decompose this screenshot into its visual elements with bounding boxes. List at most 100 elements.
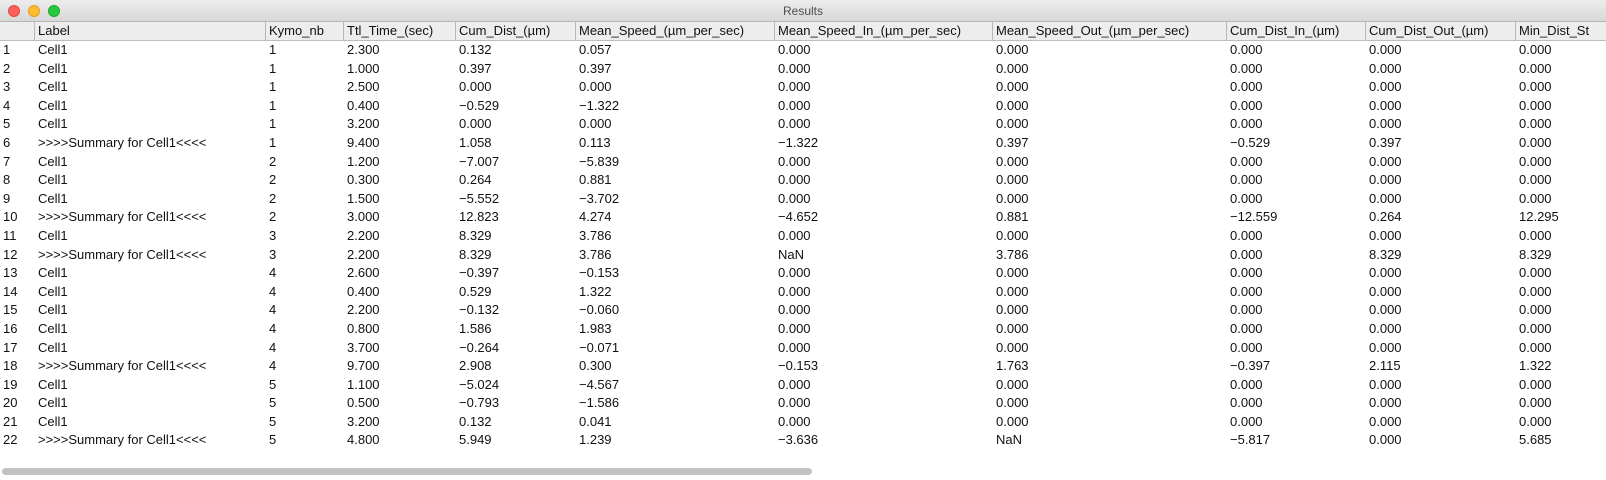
cell-cum-dist: 12.823 xyxy=(459,209,499,225)
cell-cum-dist-out: 0.000 xyxy=(1369,302,1402,318)
table-row[interactable]: 4 Cell1 1 0.400 −0.529 −1.322 0.000 0.000 0.000 0… xyxy=(0,97,1606,116)
cell-row-index: 12 xyxy=(3,246,18,262)
cell-min-dist: 0.000 xyxy=(1519,190,1552,206)
cell-cum-dist-out: 0.000 xyxy=(1369,395,1402,411)
cell-cum-dist-out: 0.000 xyxy=(1369,190,1402,206)
table-row[interactable]: 13 Cell1 4 2.600 −0.397 −0.153 0.000 0.000 0.000… xyxy=(0,264,1606,283)
cell-cum-dist-in: 0.000 xyxy=(1230,246,1263,262)
column-header-mean-speed-in[interactable]: Mean_Speed_In_(µm_per_sec) xyxy=(774,22,992,40)
table-row[interactable]: 3 Cell1 1 2.500 0.000 0.000 0.000 0.000 0.000 0.0… xyxy=(0,78,1606,97)
cell-kymo-nb: 5 xyxy=(269,395,277,411)
column-header-cum-dist-out[interactable]: Cum_Dist_Out_(µm) xyxy=(1365,22,1515,40)
cell-kymo-nb: 1 xyxy=(269,42,277,57)
table-row[interactable]: 10 >>>>Summary for Cell1<<<< 2 3.000 12.823 4… xyxy=(0,208,1606,227)
column-header-ttl-time[interactable]: Ttl_Time_(sec) xyxy=(343,22,455,40)
table-row[interactable]: 22 >>>>Summary for Cell1<<<< 5 4.800 5.949 1.… xyxy=(0,431,1606,450)
table-row[interactable]: 20 Cell1 5 0.500 −0.793 −1.586 0.000 0.000 0.000… xyxy=(0,394,1606,413)
table-row[interactable]: 17 Cell1 4 3.700 −0.264 −0.071 0.000 0.000 0.000… xyxy=(0,339,1606,358)
table-row[interactable]: 8 Cell1 2 0.300 0.264 0.881 0.000 0.000 0.000 0.0… xyxy=(0,171,1606,190)
cell-cum-dist: 8.329 xyxy=(459,246,492,262)
cell-cum-dist: 1.586 xyxy=(459,320,492,336)
table-row[interactable]: 9 Cell1 2 1.500 −5.552 −3.702 0.000 0.000 0.000 0… xyxy=(0,190,1606,209)
cell-min-dist: 0.000 xyxy=(1519,153,1552,169)
cell-mean-speed: −3.702 xyxy=(579,190,620,206)
cell-min-dist: 0.000 xyxy=(1519,42,1552,57)
cell-min-dist: 5.685 xyxy=(1519,432,1552,448)
table-row[interactable]: 18 >>>>Summary for Cell1<<<< 4 9.700 2.908 0.… xyxy=(0,357,1606,376)
cell-kymo-nb: 2 xyxy=(269,153,277,169)
cell-cum-dist: 2.908 xyxy=(459,358,492,374)
cell-row-index: 8 xyxy=(3,172,11,188)
cell-cum-dist-in: −5.817 xyxy=(1230,432,1271,448)
column-header-cum-dist[interactable]: Cum_Dist_(µm) xyxy=(455,22,575,40)
cell-mean-speed: 0.057 xyxy=(579,42,612,57)
cell-mean-speed-in: 0.000 xyxy=(778,376,811,392)
cell-kymo-nb: 4 xyxy=(269,339,277,355)
results-table[interactable]: Label Kymo_nb Ttl_Time_(sec) Cum_Dist_(µm) M… xyxy=(0,22,1606,460)
cell-row-index: 20 xyxy=(3,395,18,411)
table-row[interactable]: 1 Cell1 1 2.300 0.132 0.057 0.000 0.000 0.000 0.0… xyxy=(0,41,1606,60)
cell-cum-dist-in: 0.000 xyxy=(1230,190,1263,206)
cell-kymo-nb: 2 xyxy=(269,172,277,188)
cell-cum-dist-in: 0.000 xyxy=(1230,60,1263,76)
cell-cum-dist: 0.397 xyxy=(459,60,492,76)
cell-cum-dist: −7.007 xyxy=(459,153,500,169)
cell-label: >>>>Summary for Cell1<<<< xyxy=(38,358,207,374)
cell-cum-dist: 8.329 xyxy=(459,227,492,243)
cell-mean-speed-in: −0.153 xyxy=(778,358,819,374)
column-header-kymo-nb[interactable]: Kymo_nb xyxy=(265,22,343,40)
cell-cum-dist-in: 0.000 xyxy=(1230,339,1263,355)
cell-label: Cell1 xyxy=(38,172,68,188)
cell-ttl-time: 3.200 xyxy=(347,116,380,132)
cell-cum-dist-out: 0.000 xyxy=(1369,116,1402,132)
cell-cum-dist-in: 0.000 xyxy=(1230,320,1263,336)
table-row[interactable]: 2 Cell1 1 1.000 0.397 0.397 0.000 0.000 0.000 0.0… xyxy=(0,60,1606,79)
cell-cum-dist: 5.949 xyxy=(459,432,492,448)
cell-min-dist: 1.322 xyxy=(1519,358,1552,374)
cell-cum-dist: 0.264 xyxy=(459,172,492,188)
column-header-label[interactable]: Label xyxy=(34,22,265,40)
table-row[interactable]: 12 >>>>Summary for Cell1<<<< 3 2.200 8.329 3.… xyxy=(0,246,1606,265)
cell-cum-dist: 0.000 xyxy=(459,116,492,132)
table-row[interactable]: 14 Cell1 4 0.400 0.529 1.322 0.000 0.000 0.000 0.… xyxy=(0,283,1606,302)
cell-cum-dist: −0.529 xyxy=(459,97,500,113)
table-row[interactable]: 11 Cell1 3 2.200 8.329 3.786 0.000 0.000 0.000 0.… xyxy=(0,227,1606,246)
cell-mean-speed: 0.397 xyxy=(579,60,612,76)
cell-label: Cell1 xyxy=(38,339,68,355)
cell-min-dist: 8.329 xyxy=(1519,246,1552,262)
column-header-min-dist[interactable]: Min_Dist_St xyxy=(1515,22,1606,40)
cell-min-dist: 0.000 xyxy=(1519,227,1552,243)
cell-min-dist: 0.000 xyxy=(1519,339,1552,355)
table-row[interactable]: 6 >>>>Summary for Cell1<<<< 1 9.400 1.058 0.1… xyxy=(0,134,1606,153)
cell-mean-speed-out: 0.000 xyxy=(996,320,1029,336)
cell-mean-speed-out: 0.000 xyxy=(996,339,1029,355)
cell-mean-speed-in: 0.000 xyxy=(778,413,811,429)
horizontal-scrollbar-thumb[interactable] xyxy=(2,468,812,475)
cell-ttl-time: 2.300 xyxy=(347,42,380,57)
cell-kymo-nb: 1 xyxy=(269,97,277,113)
table-row[interactable]: 7 Cell1 2 1.200 −7.007 −5.839 0.000 0.000 0.000 0… xyxy=(0,153,1606,172)
cell-label: Cell1 xyxy=(38,116,68,132)
table-row[interactable]: 19 Cell1 5 1.100 −5.024 −4.567 0.000 0.000 0.000… xyxy=(0,376,1606,395)
cell-mean-speed: −1.322 xyxy=(579,97,620,113)
cell-kymo-nb: 1 xyxy=(269,79,277,95)
cell-mean-speed-out: 0.000 xyxy=(996,190,1029,206)
horizontal-scrollbar[interactable] xyxy=(0,460,1606,480)
column-header-mean-speed-out[interactable]: Mean_Speed_Out_(µm_per_sec) xyxy=(992,22,1226,40)
cell-mean-speed: 3.786 xyxy=(579,227,612,243)
table-row[interactable]: 15 Cell1 4 2.200 −0.132 −0.060 0.000 0.000 0.000… xyxy=(0,301,1606,320)
column-header-cum-dist-in[interactable]: Cum_Dist_In_(µm) xyxy=(1226,22,1365,40)
cell-min-dist: 0.000 xyxy=(1519,413,1552,429)
cell-kymo-nb: 4 xyxy=(269,358,277,374)
cell-cum-dist-out: 0.000 xyxy=(1369,432,1402,448)
cell-label: Cell1 xyxy=(38,302,68,318)
table-row[interactable]: 21 Cell1 5 3.200 0.132 0.041 0.000 0.000 0.000 0.… xyxy=(0,413,1606,432)
cell-mean-speed-out: 1.763 xyxy=(996,358,1029,374)
column-header-mean-speed[interactable]: Mean_Speed_(µm_per_sec) xyxy=(575,22,774,40)
cell-ttl-time: 2.200 xyxy=(347,302,380,318)
cell-mean-speed-out: 0.000 xyxy=(996,283,1029,299)
table-row[interactable]: 16 Cell1 4 0.800 1.586 1.983 0.000 0.000 0.000 0.… xyxy=(0,320,1606,339)
column-header-row-index[interactable] xyxy=(0,22,34,40)
results-window: Results Label Kymo_nb Ttl_Time_(sec) Cum_Di… xyxy=(0,0,1606,480)
table-row[interactable]: 5 Cell1 1 3.200 0.000 0.000 0.000 0.000 0.000 0.0… xyxy=(0,115,1606,134)
